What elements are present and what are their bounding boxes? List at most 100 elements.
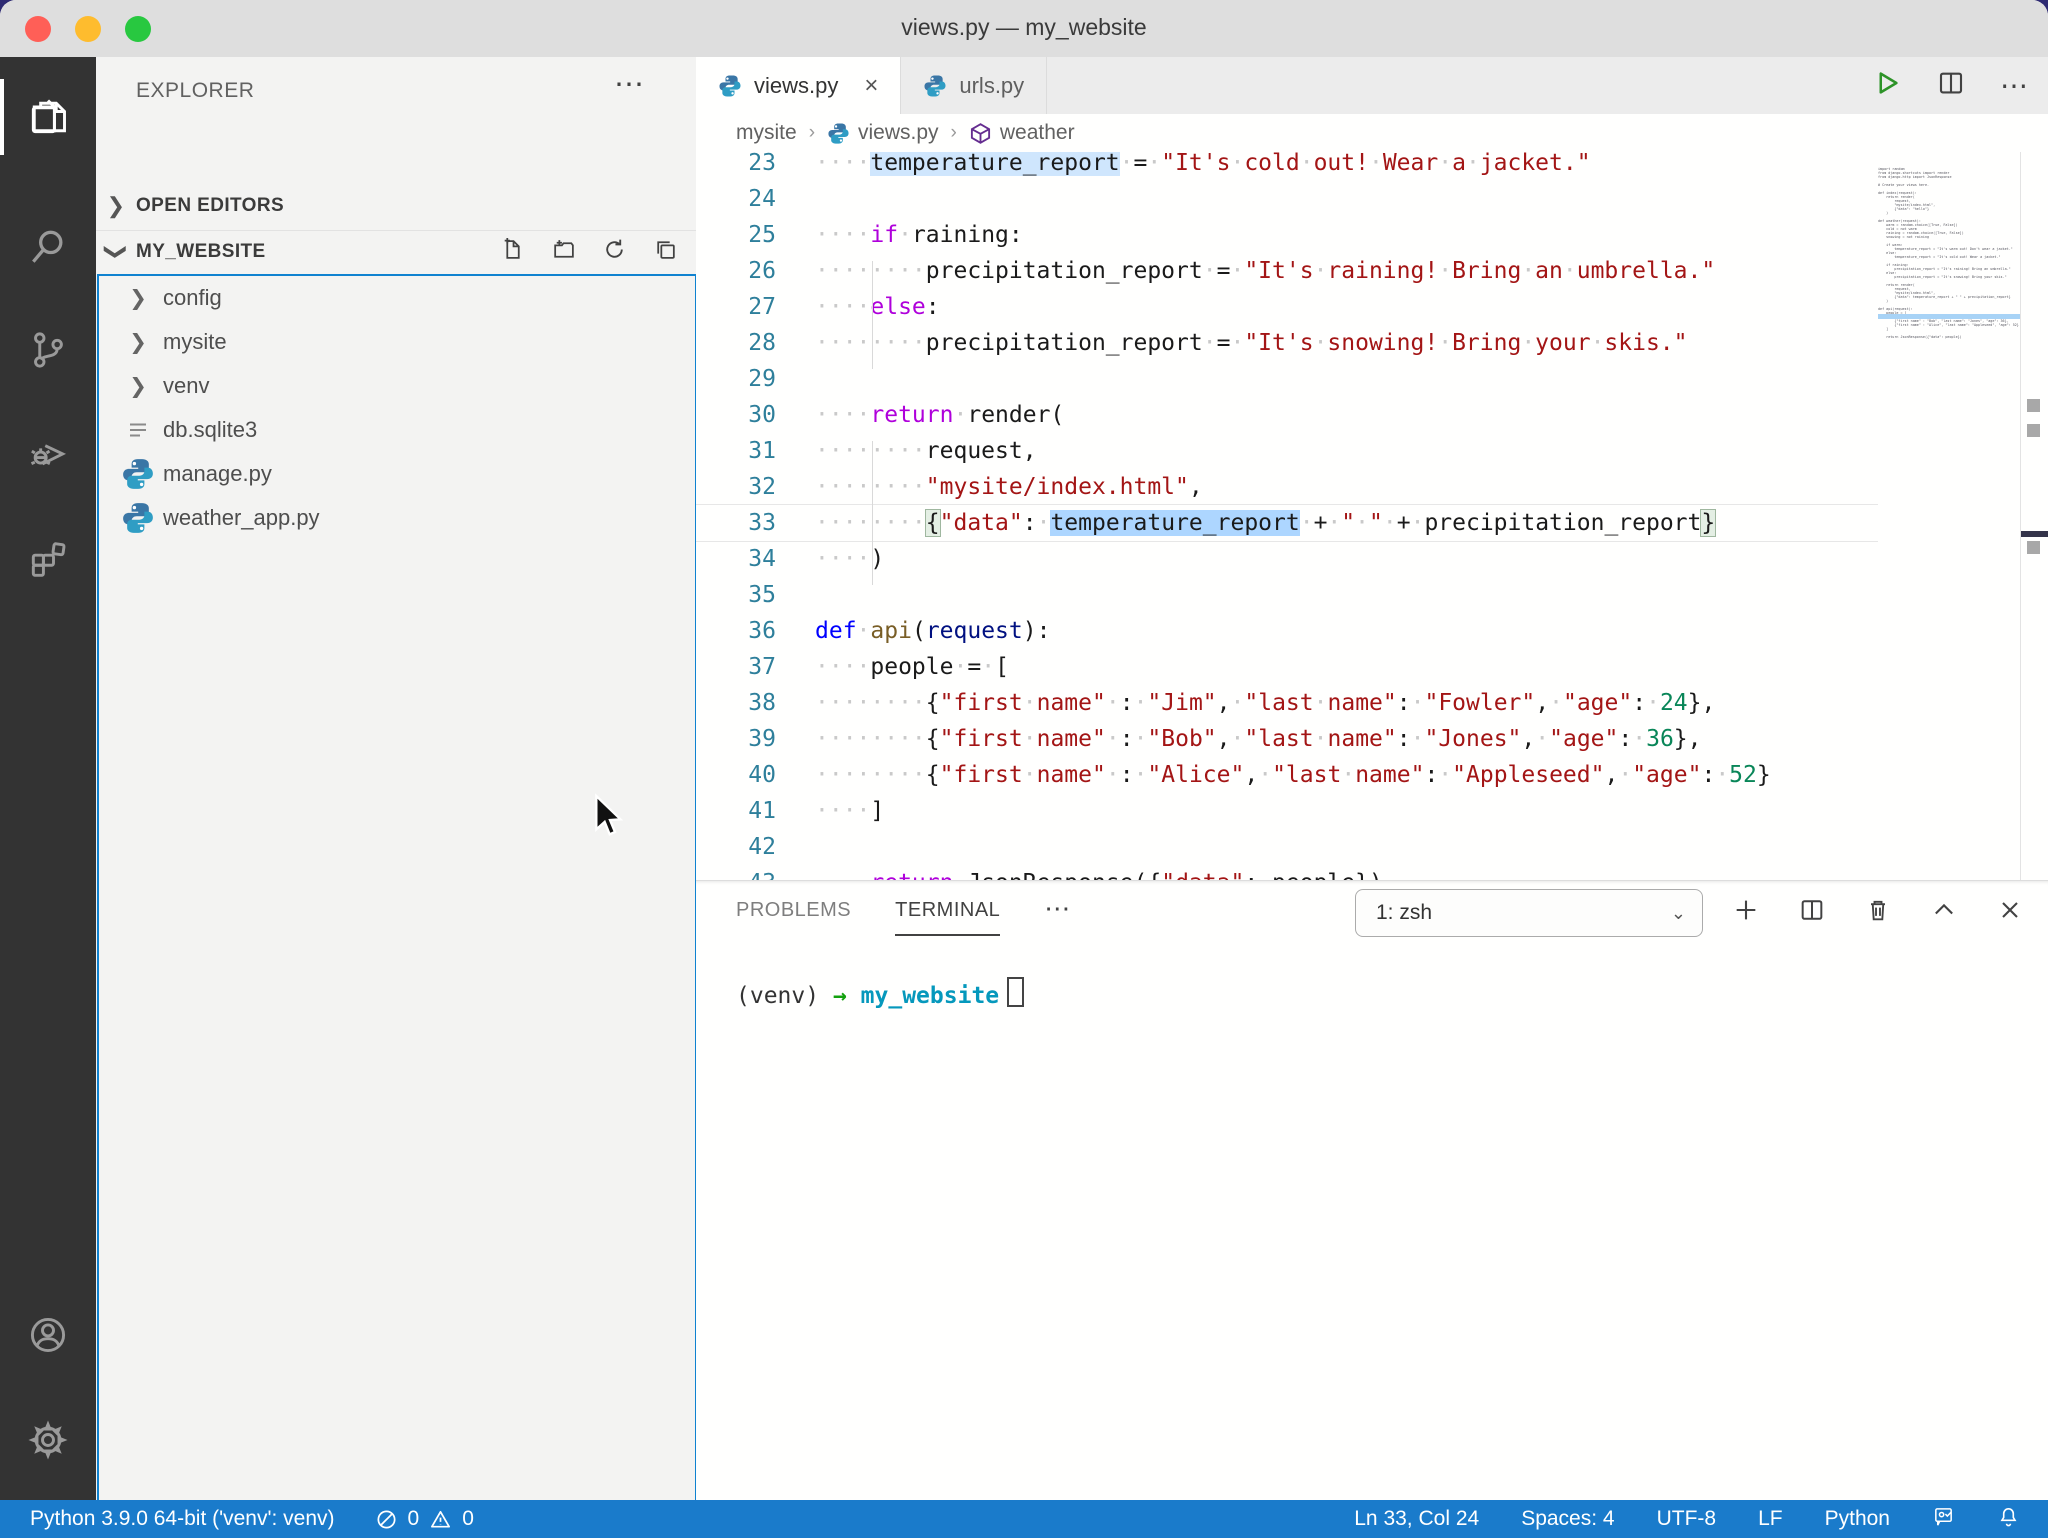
extensions-icon[interactable] [0, 509, 96, 605]
feedback-icon[interactable] [1932, 1505, 1955, 1534]
tree-item-mysite[interactable]: ❯mysite [99, 320, 695, 364]
python-interpreter-status[interactable]: Python 3.9.0 64-bit ('venv': venv) [30, 1507, 335, 1531]
minimap[interactable]: import randomfrom django.shortcuts impor… [1878, 152, 2020, 880]
tab-label: views.py [754, 73, 838, 99]
code-editor[interactable]: 23····temperature_report·=·"It's·cold·ou… [696, 152, 2020, 880]
sidebar-title: EXPLORER [136, 79, 254, 103]
line-number: 38 [696, 685, 776, 721]
kill-terminal-icon[interactable] [1864, 896, 1892, 929]
project-section-header[interactable]: ❯ MY_WEBSITE [96, 230, 696, 273]
line-number: 41 [696, 793, 776, 829]
warning-count: 0 [462, 1507, 474, 1531]
status-item-lf[interactable]: LF [1758, 1507, 1783, 1531]
code-line-29[interactable]: 29 [696, 361, 1771, 397]
code-line-33[interactable]: 33········{"data":·temperature_report·+·… [696, 505, 1771, 541]
settings-gear-icon[interactable] [0, 1392, 96, 1488]
tree-item-db.sqlite3[interactable]: db.sqlite3 [99, 408, 695, 452]
code-line-42[interactable]: 42 [696, 829, 1771, 865]
minimap-line: temperature_report = "It's warm out! Don… [1878, 247, 2020, 251]
open-editors-section[interactable]: ❯ OPEN EDITORS [96, 185, 696, 227]
tab-urls-py[interactable]: urls.py [901, 57, 1047, 114]
code-line-35[interactable]: 35 [696, 577, 1771, 613]
code-line-34[interactable]: 34····) [696, 541, 1771, 577]
sidebar-more-actions-icon[interactable]: ⋯ [614, 67, 646, 102]
line-number: 37 [696, 649, 776, 685]
run-debug-icon[interactable] [0, 405, 96, 501]
code-line-41[interactable]: 41····] [696, 793, 1771, 829]
python-file-icon [121, 501, 155, 535]
breadcrumb-item-mysite[interactable]: mysite [736, 121, 797, 145]
terminal-shell-select[interactable]: 1: zsh ⌄ [1355, 889, 1703, 937]
status-item-spaces-4[interactable]: Spaces: 4 [1521, 1507, 1614, 1531]
line-number: 42 [696, 829, 776, 865]
problems-status[interactable]: 0 0 [375, 1507, 474, 1531]
close-panel-icon[interactable] [1996, 896, 2024, 929]
overview-ruler[interactable] [2020, 152, 2048, 880]
split-terminal-icon[interactable] [1798, 896, 1826, 929]
minimap-line: {"first name" : "Alice", "last name": "A… [1878, 323, 2020, 327]
status-item-python[interactable]: Python [1825, 1507, 1890, 1531]
code-line-36[interactable]: 36def·api(request): [696, 613, 1771, 649]
line-number: 33 [696, 505, 776, 541]
run-python-file-icon[interactable] [1872, 68, 1902, 103]
maximize-panel-icon[interactable] [1930, 896, 1958, 929]
code-line-24[interactable]: 24 [696, 181, 1771, 217]
panel-more-icon[interactable]: ⋯ [1044, 893, 1072, 936]
code-line-37[interactable]: 37····people·=·[ [696, 649, 1771, 685]
namespace-symbol-icon [969, 122, 992, 145]
venv-label: (venv) [736, 983, 819, 1009]
code-line-39[interactable]: 39········{"first·name"·:·"Bob",·"last·n… [696, 721, 1771, 757]
code-line-26[interactable]: 26········precipitation_report·=·"It's·r… [696, 253, 1771, 289]
tree-item-venv[interactable]: ❯venv [99, 364, 695, 408]
code-line-28[interactable]: 28········precipitation_report·=·"It's·s… [696, 325, 1771, 361]
minimap-current-line-highlight [1878, 314, 2020, 319]
code-line-32[interactable]: 32········"mysite/index.html", [696, 469, 1771, 505]
account-icon[interactable] [0, 1287, 96, 1383]
code-line-40[interactable]: 40········{"first·name"·:·"Alice",·"last… [696, 757, 1771, 793]
file-label: manage.py [163, 461, 272, 487]
indent-guide [872, 441, 873, 585]
refresh-icon[interactable] [602, 237, 627, 268]
indent-guide [872, 261, 873, 369]
new-file-icon[interactable] [500, 237, 525, 268]
chevron-right-icon: ❯ [96, 193, 136, 219]
code-line-25[interactable]: 25····if·raining: [696, 217, 1771, 253]
code-line-27[interactable]: 27····else: [696, 289, 1771, 325]
breadcrumb-separator: › [809, 122, 815, 144]
minimap-line: return JsonResponse({"data": people}) [1878, 335, 2020, 339]
source-control-icon[interactable] [0, 302, 96, 398]
explorer-sidebar: EXPLORER ⋯ ❯ OPEN EDITORS ❯ MY_WEBSITE ❯… [96, 57, 696, 1500]
terminal-prompt[interactable]: (venv) → my_website [736, 977, 1024, 1009]
new-folder-icon[interactable] [551, 237, 576, 268]
tree-item-manage.py[interactable]: manage.py [99, 452, 695, 496]
ruler-marker [2027, 424, 2040, 437]
notifications-bell-icon[interactable] [1997, 1505, 2020, 1534]
line-number: 29 [696, 361, 776, 397]
code-line-30[interactable]: 30····return·render( [696, 397, 1771, 433]
status-item-ln-33-col-24[interactable]: Ln 33, Col 24 [1354, 1507, 1479, 1531]
explorer-icon[interactable] [0, 69, 96, 165]
code-line-23[interactable]: 23····temperature_report·=·"It's·cold·ou… [696, 152, 1771, 181]
breadcrumb-item-views.py[interactable]: views.py [858, 121, 939, 145]
code-line-43[interactable]: 43····return·JsonResponse({"data":·peopl… [696, 865, 1771, 880]
status-item-utf-8[interactable]: UTF-8 [1657, 1507, 1717, 1531]
collapse-all-icon[interactable] [653, 237, 678, 268]
tree-item-config[interactable]: ❯config [99, 276, 695, 320]
tree-item-weather_app.py[interactable]: weather_app.py [99, 496, 695, 540]
panel-tab-problems[interactable]: PROBLEMS [736, 899, 851, 936]
more-actions-icon[interactable]: ⋯ [2000, 69, 2030, 102]
file-label: config [163, 285, 222, 311]
close-tab-icon[interactable]: × [864, 72, 878, 100]
warning-icon [429, 1508, 452, 1531]
tab-views-py[interactable]: views.py × [696, 57, 901, 114]
code-line-38[interactable]: 38········{"first·name"·:·"Jim",·"last·n… [696, 685, 1771, 721]
editor-actions: ⋯ [1872, 57, 2030, 114]
new-terminal-icon[interactable] [1732, 896, 1760, 929]
code-line-31[interactable]: 31········request, [696, 433, 1771, 469]
split-editor-icon[interactable] [1936, 68, 1966, 103]
minimap-line: precipitation_report = "It's snowing! Br… [1878, 275, 2020, 279]
search-icon[interactable] [0, 199, 96, 295]
panel-tab-terminal[interactable]: TERMINAL [895, 899, 1000, 936]
breadcrumb-item-weather[interactable]: weather [1000, 121, 1075, 145]
mouse-cursor [588, 792, 628, 840]
